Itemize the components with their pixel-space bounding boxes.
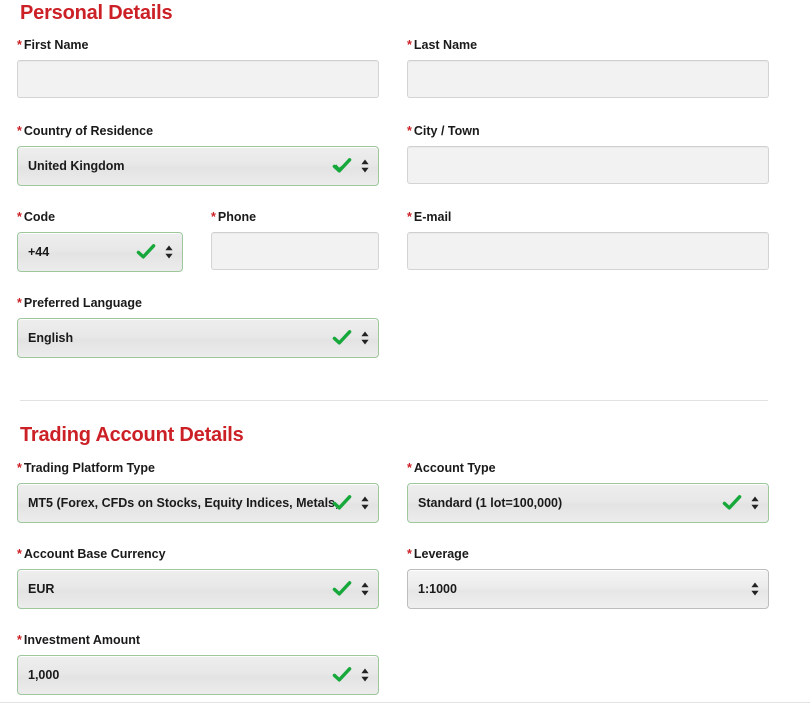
code-select[interactable]: +44: [17, 232, 183, 272]
required-asterisk: *: [17, 210, 22, 224]
field-trading-platform-type: * Trading Platform Type MT5 (Forex, CFDs …: [17, 461, 379, 523]
registration-form-page: Personal Details * First Name * Last Name …: [0, 0, 810, 706]
select-spinner-icon: [361, 496, 369, 510]
required-asterisk: *: [407, 210, 412, 224]
label-code: * Code: [17, 210, 183, 224]
field-account-type: * Account Type Standard (1 lot=100,000): [407, 461, 769, 523]
required-asterisk: *: [17, 633, 22, 647]
trading-platform-type-value: MT5 (Forex, CFDs on Stocks, Equity Indic…: [28, 496, 340, 510]
label-preferred-language: * Preferred Language: [17, 296, 379, 310]
label-leverage: * Leverage: [407, 547, 769, 561]
label-phone: * Phone: [211, 210, 379, 224]
trading-platform-type-select[interactable]: MT5 (Forex, CFDs on Stocks, Equity Indic…: [17, 483, 379, 523]
country-of-residence-select[interactable]: United Kingdom: [17, 146, 379, 186]
label-country-of-residence: * Country of Residence: [17, 124, 379, 138]
required-asterisk: *: [407, 38, 412, 52]
field-code: * Code +44: [17, 210, 183, 272]
section-title-personal-details: Personal Details: [20, 2, 173, 24]
field-leverage: * Leverage 1:1000: [407, 547, 769, 609]
label-last-name: * Last Name: [407, 38, 769, 52]
label-account-base-currency: * Account Base Currency: [17, 547, 379, 561]
label-text: Last Name: [413, 38, 478, 52]
label-first-name: * First Name: [17, 38, 379, 52]
label-text: Account Type: [413, 461, 496, 475]
field-account-base-currency: * Account Base Currency EUR: [17, 547, 379, 609]
select-spinner-icon: [361, 159, 369, 173]
field-city-town: * City / Town: [407, 124, 769, 184]
select-spinner-icon: [165, 245, 173, 259]
select-spinner-icon: [361, 331, 369, 345]
preferred-language-value: English: [28, 331, 74, 345]
label-account-type: * Account Type: [407, 461, 769, 475]
first-name-input[interactable]: [17, 60, 379, 98]
required-asterisk: *: [211, 210, 216, 224]
label-email: * E-mail: [407, 210, 769, 224]
required-asterisk: *: [17, 124, 22, 138]
page-bottom-divider: [0, 702, 810, 703]
last-name-input[interactable]: [407, 60, 769, 98]
investment-amount-value: 1,000: [28, 668, 60, 682]
required-asterisk: *: [17, 296, 22, 310]
leverage-value: 1:1000: [418, 582, 457, 596]
required-asterisk: *: [17, 461, 22, 475]
label-text: Account Base Currency: [23, 547, 166, 561]
label-investment-amount: * Investment Amount: [17, 633, 379, 647]
account-base-currency-value: EUR: [28, 582, 55, 596]
field-email: * E-mail: [407, 210, 769, 270]
label-text: Investment Amount: [23, 633, 141, 647]
label-trading-platform-type: * Trading Platform Type: [17, 461, 379, 475]
phone-input[interactable]: [211, 232, 379, 270]
select-spinner-icon: [751, 582, 759, 596]
label-text: Trading Platform Type: [23, 461, 155, 475]
required-asterisk: *: [17, 38, 22, 52]
code-value: +44: [28, 245, 50, 259]
label-text: E-mail: [413, 210, 452, 224]
field-last-name: * Last Name: [407, 38, 769, 98]
field-investment-amount: * Investment Amount 1,000: [17, 633, 379, 695]
label-city-town: * City / Town: [407, 124, 769, 138]
required-asterisk: *: [407, 547, 412, 561]
label-text: Code: [23, 210, 56, 224]
account-type-value: Standard (1 lot=100,000): [418, 496, 563, 510]
select-spinner-icon: [361, 668, 369, 682]
preferred-language-select[interactable]: English: [17, 318, 379, 358]
select-spinner-icon: [361, 582, 369, 596]
leverage-select[interactable]: 1:1000: [407, 569, 769, 609]
label-text: First Name: [23, 38, 89, 52]
field-phone: * Phone: [211, 210, 379, 270]
label-text: Leverage: [413, 547, 469, 561]
investment-amount-select[interactable]: 1,000: [17, 655, 379, 695]
section-title-trading-account-details: Trading Account Details: [20, 424, 244, 446]
label-text: Phone: [217, 210, 257, 224]
field-first-name: * First Name: [17, 38, 379, 98]
label-text: City / Town: [413, 124, 480, 138]
section-divider: [20, 400, 768, 401]
email-input[interactable]: [407, 232, 769, 270]
required-asterisk: *: [17, 547, 22, 561]
required-asterisk: *: [407, 461, 412, 475]
required-asterisk: *: [407, 124, 412, 138]
city-town-input[interactable]: [407, 146, 769, 184]
label-text: Country of Residence: [23, 124, 154, 138]
field-preferred-language: * Preferred Language English: [17, 296, 379, 358]
label-text: Preferred Language: [23, 296, 142, 310]
account-base-currency-select[interactable]: EUR: [17, 569, 379, 609]
field-country-of-residence: * Country of Residence United Kingdom: [17, 124, 379, 186]
account-type-select[interactable]: Standard (1 lot=100,000): [407, 483, 769, 523]
select-spinner-icon: [751, 496, 759, 510]
country-of-residence-value: United Kingdom: [28, 159, 125, 173]
